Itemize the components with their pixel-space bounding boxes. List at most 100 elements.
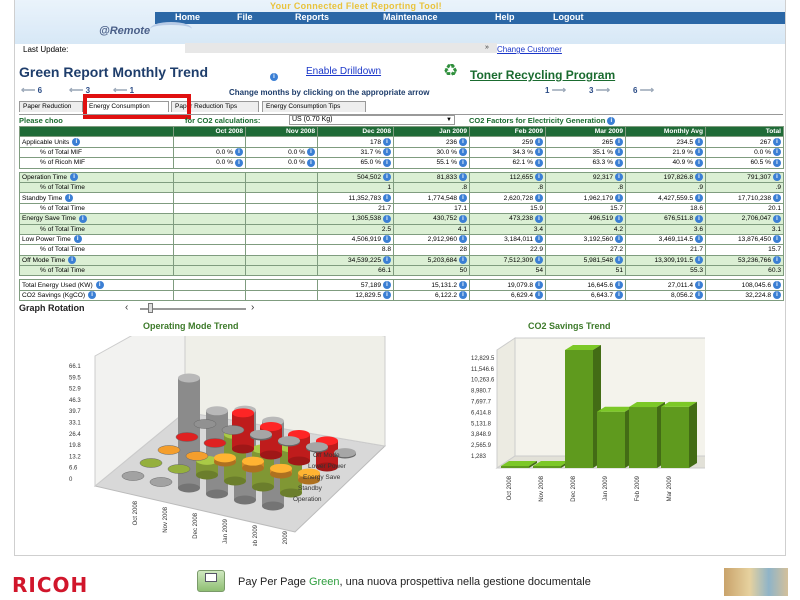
info-icon[interactable]: i — [383, 137, 391, 146]
info-icon[interactable]: i — [88, 291, 97, 300]
enable-drilldown-link[interactable]: Enable Drilldown — [306, 66, 381, 77]
info-icon[interactable]: i — [535, 193, 543, 202]
info-icon[interactable]: i — [459, 214, 467, 223]
info-icon[interactable]: i — [535, 137, 543, 146]
info-icon[interactable]: i — [383, 158, 391, 167]
info-icon[interactable]: i — [459, 256, 467, 265]
info-icon[interactable]: i — [68, 256, 77, 265]
month-back-6[interactable]: ⟵ 6 — [21, 85, 42, 96]
info-icon[interactable]: i — [695, 256, 703, 265]
info-icon[interactable]: i — [535, 235, 543, 244]
month-forward-1[interactable]: 1 ⟶ — [545, 85, 566, 96]
month-forward-3[interactable]: 3 ⟶ — [589, 85, 610, 96]
table-cell: 2,912,960 i — [393, 233, 470, 246]
nav-help[interactable]: Help — [495, 12, 515, 22]
info-icon[interactable]: i — [615, 158, 623, 167]
info-icon[interactable]: i — [695, 235, 703, 244]
info-icon[interactable]: i — [535, 158, 543, 167]
info-icon[interactable]: i — [73, 235, 82, 244]
info-icon[interactable]: i — [695, 214, 703, 223]
info-icon[interactable]: i — [615, 256, 623, 265]
info-icon[interactable]: i — [615, 137, 623, 146]
co2-factors-link[interactable]: CO2 Factors for Electricity Generation i — [469, 116, 616, 126]
info-icon[interactable]: i — [615, 193, 623, 202]
info-icon[interactable]: i — [695, 173, 703, 181]
info-icon[interactable]: i — [235, 158, 243, 167]
info-icon[interactable]: i — [459, 148, 467, 157]
co2-factor-select[interactable]: US (0.70 Kg) ▼ — [289, 115, 455, 125]
info-icon[interactable]: i — [773, 291, 781, 300]
info-icon[interactable]: i — [270, 68, 278, 86]
info-icon[interactable]: i — [615, 235, 623, 244]
info-icon[interactable]: i — [307, 148, 315, 157]
info-icon[interactable]: i — [459, 291, 467, 300]
info-icon[interactable]: i — [695, 137, 703, 146]
info-icon[interactable]: i — [78, 214, 87, 223]
info-icon[interactable]: i — [535, 148, 543, 157]
nav-home[interactable]: Home — [175, 12, 200, 22]
info-icon[interactable]: i — [615, 291, 623, 300]
info-icon[interactable]: i — [95, 281, 104, 289]
info-icon[interactable]: i — [773, 214, 781, 223]
info-icon[interactable]: i — [773, 193, 781, 202]
toner-recycling-link[interactable]: Toner Recycling Program — [470, 68, 615, 82]
info-icon[interactable]: i — [773, 158, 781, 167]
info-icon[interactable]: i — [695, 193, 703, 202]
month-forward-6[interactable]: 6 ⟶ — [633, 85, 654, 96]
y-tick-label: 12,829.5 — [471, 356, 495, 362]
change-customer-link[interactable]: Change Customer — [497, 45, 562, 54]
nav-reports[interactable]: Reports — [295, 12, 329, 22]
info-icon[interactable]: i — [383, 193, 391, 202]
info-icon[interactable]: i — [773, 281, 781, 289]
info-icon[interactable]: i — [459, 173, 467, 181]
nav-maintenance[interactable]: Maintenance — [383, 12, 438, 22]
table-row: Operation Time i 504,502 i 81,833 i 112,655 i 92… — [19, 171, 784, 183]
rotate-right-icon[interactable]: › — [251, 302, 254, 313]
info-icon[interactable]: i — [70, 173, 79, 181]
info-icon[interactable]: i — [383, 256, 391, 265]
info-icon[interactable]: i — [535, 256, 543, 265]
rotation-slider-thumb[interactable] — [148, 303, 153, 313]
info-icon[interactable]: i — [607, 117, 616, 126]
info-icon[interactable]: i — [383, 281, 391, 289]
info-icon[interactable]: i — [383, 291, 391, 300]
info-icon[interactable]: i — [773, 148, 781, 157]
info-icon[interactable]: i — [535, 173, 543, 181]
nav-file[interactable]: File — [237, 12, 253, 22]
info-icon[interactable]: i — [72, 137, 81, 146]
info-icon[interactable]: i — [65, 193, 74, 202]
info-icon[interactable]: i — [459, 137, 467, 146]
info-icon[interactable]: i — [459, 193, 467, 202]
info-icon[interactable]: i — [535, 281, 543, 289]
info-icon[interactable]: i — [773, 173, 781, 181]
info-icon[interactable]: i — [459, 158, 467, 167]
info-icon[interactable]: i — [695, 281, 703, 289]
cylinder-disc — [203, 438, 227, 448]
rotate-left-icon[interactable]: ‹ — [125, 302, 128, 313]
info-icon[interactable]: i — [535, 214, 543, 223]
info-icon[interactable]: i — [459, 281, 467, 289]
info-icon[interactable]: i — [235, 148, 243, 157]
info-icon[interactable]: i — [383, 173, 391, 181]
info-icon[interactable]: i — [773, 137, 781, 146]
info-icon[interactable]: i — [615, 214, 623, 223]
info-icon[interactable]: i — [773, 235, 781, 244]
chevron-down-icon[interactable]: » — [485, 44, 489, 51]
info-icon[interactable]: i — [695, 148, 703, 157]
tab-paper-reduction[interactable]: Paper Reduction — [19, 101, 83, 112]
info-icon[interactable]: i — [773, 256, 781, 265]
info-icon[interactable]: i — [535, 291, 543, 300]
info-icon[interactable]: i — [383, 214, 391, 223]
info-icon[interactable]: i — [615, 148, 623, 157]
info-icon[interactable]: i — [695, 291, 703, 300]
tab-energy-consumption-tips[interactable]: Energy Consumption Tips — [262, 101, 366, 112]
info-icon[interactable]: i — [459, 235, 467, 244]
info-icon[interactable]: i — [695, 158, 703, 167]
info-icon[interactable]: i — [307, 158, 315, 167]
info-icon[interactable]: i — [615, 281, 623, 289]
nav-logout[interactable]: Logout — [553, 12, 584, 22]
rotation-slider-track[interactable] — [140, 308, 246, 310]
info-icon[interactable]: i — [615, 173, 623, 181]
info-icon[interactable]: i — [383, 148, 391, 157]
info-icon[interactable]: i — [383, 235, 391, 244]
